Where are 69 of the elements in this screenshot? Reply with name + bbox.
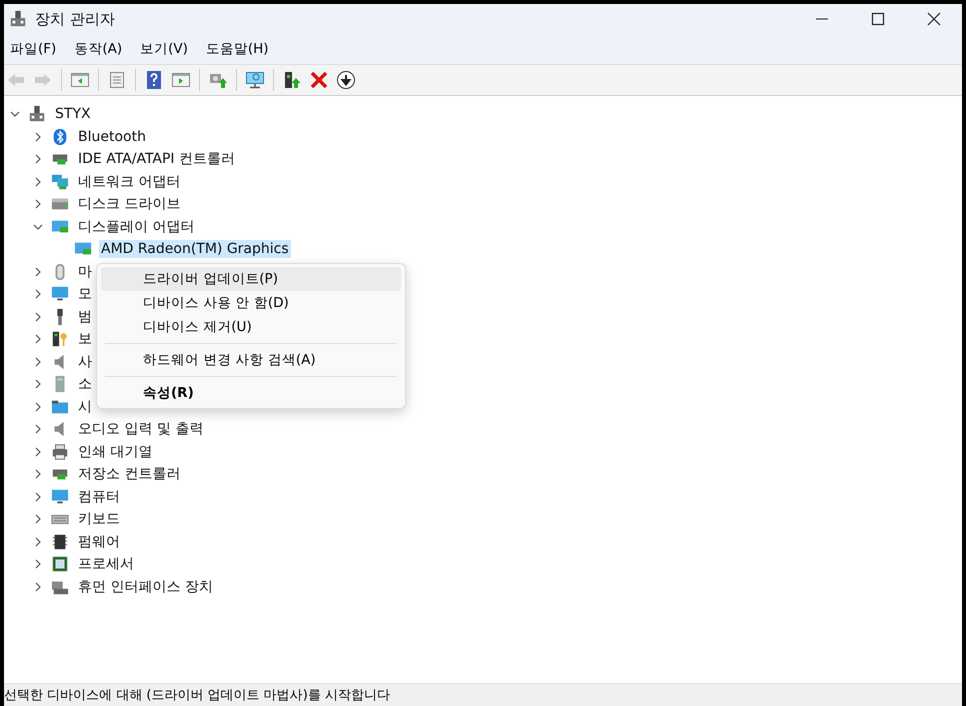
tree-item[interactable]: STYX xyxy=(53,105,93,124)
expand-chevron-icon[interactable] xyxy=(33,514,43,524)
bluetooth-icon xyxy=(51,128,69,146)
tree-item[interactable]: 범 xyxy=(76,306,94,327)
expand-chevron-icon[interactable] xyxy=(33,379,43,390)
tree-item[interactable]: 시 xyxy=(76,396,94,417)
context-menu-item[interactable]: 디바이스 사용 안 함(D) xyxy=(101,291,401,315)
tree-item[interactable]: 마 xyxy=(76,262,94,282)
expand-chevron-icon[interactable] xyxy=(33,199,43,210)
expand-chevron-icon[interactable] xyxy=(33,424,43,434)
context-menu-item[interactable]: 드라이버 업데이트(P) xyxy=(101,267,401,291)
tree-item[interactable]: Bluetooth xyxy=(76,128,148,146)
tree-item[interactable]: 오디오 입력 및 출력 xyxy=(76,419,206,440)
expand-chevron-icon[interactable] xyxy=(33,536,43,547)
tree-item[interactable]: 저장소 컨트롤러 xyxy=(76,464,182,484)
computer-icon xyxy=(28,105,46,124)
context-menu-item[interactable]: 하드웨어 변경 사항 검색(A) xyxy=(101,348,401,372)
key-device-icon xyxy=(51,330,69,348)
chip-icon xyxy=(51,532,69,551)
expand-chevron-icon[interactable] xyxy=(33,289,43,300)
tree-item[interactable]: 디스플레이 어댑터 xyxy=(76,216,196,237)
tree-item[interactable]: IDE ATA/ATAPI 컨트롤러 xyxy=(76,149,238,170)
collapse-chevron-icon[interactable] xyxy=(10,109,20,120)
tree-item[interactable]: 모 xyxy=(76,284,94,304)
maximize-icon xyxy=(871,12,885,26)
network-monitors-icon xyxy=(51,172,69,191)
window-title: 장치 관리자 xyxy=(35,10,115,28)
tree-item[interactable]: 프로세서 xyxy=(76,554,136,574)
context-menu-item[interactable]: 속성(R) xyxy=(101,381,401,405)
system-folder-icon xyxy=(51,398,69,416)
download-icon[interactable] xyxy=(334,68,358,92)
expand-chevron-icon[interactable] xyxy=(33,582,43,592)
menu-item[interactable]: 동작(A) xyxy=(74,40,122,58)
tree-item[interactable]: 휴먼 인터페이스 장치 xyxy=(76,576,215,597)
tree-item[interactable]: 인쇄 대기열 xyxy=(76,442,154,462)
expand-chevron-icon[interactable] xyxy=(33,312,43,322)
expand-chevron-icon[interactable] xyxy=(33,402,43,412)
menu-item[interactable]: 보기(V) xyxy=(140,40,188,58)
tree-item[interactable]: AMD Radeon(TM) Graphics xyxy=(99,240,291,258)
tree-item[interactable]: 디스크 드라이브 xyxy=(76,194,182,214)
tree-item[interactable]: 키보드 xyxy=(76,509,122,530)
tree-item[interactable]: 펌웨어 xyxy=(76,532,122,552)
expand-chevron-icon[interactable] xyxy=(33,469,43,480)
tree-item[interactable]: 소 xyxy=(76,374,94,394)
tree-item[interactable]: 컴퓨터 xyxy=(76,486,122,507)
context-menu-item[interactable]: 디바이스 제거(U) xyxy=(101,315,401,339)
printer-icon xyxy=(51,442,69,461)
tree-item[interactable]: 사 xyxy=(76,352,94,372)
tree-item[interactable]: 네트워크 어댑터 xyxy=(76,172,182,192)
expand-chevron-icon[interactable] xyxy=(33,446,43,457)
monitor-icon xyxy=(51,488,69,506)
status-text: 선택한 디바이스에 대해 (드라이버 업데이트 마법사)를 시작합니다 xyxy=(4,687,390,704)
expand-chevron-icon[interactable] xyxy=(33,334,43,344)
monitor-icon xyxy=(51,285,69,304)
expand-chevron-icon[interactable] xyxy=(33,266,43,277)
tree-item[interactable]: 보 xyxy=(76,329,94,350)
menu-item[interactable]: 파일(F) xyxy=(10,40,56,58)
menu-item[interactable]: 도움말(H) xyxy=(206,40,269,58)
close-icon xyxy=(927,12,941,26)
expand-chevron-icon[interactable] xyxy=(33,154,43,164)
processor-icon xyxy=(51,555,69,574)
expand-chevron-icon[interactable] xyxy=(33,559,43,570)
collapse-chevron-icon[interactable] xyxy=(33,222,43,232)
minimize-icon xyxy=(815,18,829,20)
expand-chevron-icon[interactable] xyxy=(33,176,43,187)
expand-chevron-icon[interactable] xyxy=(33,356,43,367)
expand-chevron-icon[interactable] xyxy=(33,132,43,142)
computer-icon xyxy=(9,10,27,28)
expand-chevron-icon[interactable] xyxy=(33,492,43,502)
